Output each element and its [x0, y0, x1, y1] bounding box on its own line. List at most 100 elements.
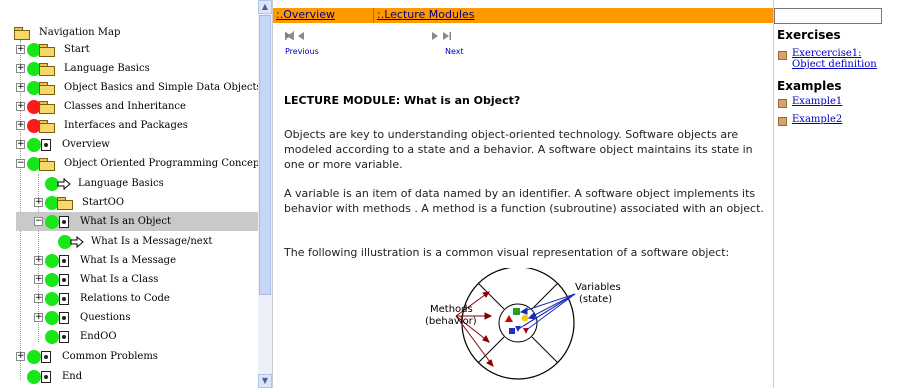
nav-item[interactable]: + Overview	[16, 135, 113, 154]
nav-item[interactable]: + Questions	[34, 308, 134, 327]
paragraph: The following illustration is a common v…	[284, 246, 730, 259]
nav-item-label[interactable]: Language Basics	[61, 62, 153, 75]
document-icon	[59, 215, 69, 228]
scroll-thumb[interactable]	[259, 15, 271, 295]
nav-item-label[interactable]: What Is an Object	[77, 215, 174, 228]
nav-item[interactable]: + Classes and Inheritance	[16, 97, 189, 116]
expand-icon[interactable]: +	[34, 256, 43, 265]
example-link-label[interactable]: Example1	[792, 96, 842, 107]
nav-item-label[interactable]: Relations to Code	[77, 292, 173, 305]
status-green-icon	[45, 272, 59, 287]
folder-icon	[39, 43, 55, 57]
bullet-icon	[778, 99, 787, 108]
nav-item-label[interactable]: Common Problems	[59, 350, 161, 363]
nav-item-label[interactable]: Interfaces and Packages	[61, 119, 191, 132]
previous-link[interactable]: Previous	[285, 47, 319, 56]
nav-item-label[interactable]: Language Basics	[75, 177, 167, 190]
nav-item[interactable]: − Object Oriented Programming Concepts	[16, 154, 258, 173]
arrow-right-icon	[57, 177, 71, 190]
expand-icon[interactable]: +	[34, 294, 43, 303]
nav-item[interactable]: + Object Basics and Simple Data Objects	[16, 78, 258, 97]
navigation-tree: Navigation Map + Start + Language Basics…	[0, 0, 258, 388]
exercise-link-title[interactable]: Exercercise1:	[792, 48, 862, 59]
nav-item[interactable]: + What Is a Message	[34, 251, 179, 270]
nav-item[interactable]: + Common Problems	[16, 347, 161, 366]
nav-item-label[interactable]: End	[59, 370, 85, 383]
nav-item[interactable]: What Is a Message/next	[58, 232, 215, 251]
document-icon	[59, 254, 69, 267]
next-link[interactable]: Next	[445, 47, 464, 56]
nav-item[interactable]: + What Is a Class	[34, 270, 161, 289]
status-green-icon	[27, 349, 41, 364]
folder-icon	[39, 81, 55, 95]
nav-item[interactable]: EndOO	[45, 327, 120, 346]
nav-item-label[interactable]: Object Basics and Simple Data Objects	[61, 81, 258, 94]
nav-item-label[interactable]: What Is a Class	[77, 273, 161, 286]
nav-item-label[interactable]: EndOO	[77, 330, 120, 343]
status-green-icon	[45, 253, 59, 268]
nav-item[interactable]: + Start	[16, 40, 93, 59]
next-arrows-icon[interactable]	[431, 31, 453, 41]
nav-item[interactable]: Language Basics	[45, 174, 167, 193]
expand-icon[interactable]: +	[16, 102, 25, 111]
nav-item-label[interactable]: Start	[61, 43, 93, 56]
expand-icon[interactable]: +	[16, 83, 25, 92]
nav-item-label[interactable]: Classes and Inheritance	[61, 100, 189, 113]
methods-label: Methods	[430, 304, 473, 315]
paragraph: Objects are key to understanding object-…	[284, 128, 753, 171]
folder-open-icon	[39, 157, 55, 171]
nav-item-label[interactable]: Overview	[59, 138, 113, 151]
status-green-icon	[45, 291, 59, 306]
expand-icon[interactable]: +	[16, 45, 25, 54]
nav-item[interactable]: + Relations to Code	[34, 289, 173, 308]
expand-icon[interactable]: +	[34, 198, 43, 207]
content-pane: :.Overview :.Lecture Modules ▶| Previous…	[272, 0, 774, 388]
tab-divider	[373, 8, 374, 23]
expand-icon[interactable]: +	[34, 313, 43, 322]
nav-item-label[interactable]: Object Oriented Programming Concepts	[61, 157, 258, 170]
nav-scrollbar[interactable]: ▲ ▼	[258, 0, 272, 388]
module-title: LECTURE MODULE: What is an Object?	[284, 94, 521, 107]
document-icon	[59, 273, 69, 286]
nav-item-label[interactable]: Questions	[77, 311, 134, 324]
collapse-icon[interactable]: −	[34, 217, 43, 226]
example-link[interactable]: Example2	[778, 114, 842, 126]
document-icon	[59, 330, 69, 343]
sidebar-header-box	[774, 8, 882, 24]
paragraph: A variable is an item of data named by a…	[284, 187, 764, 215]
document-icon	[41, 370, 51, 383]
document-icon	[41, 138, 51, 151]
previous-arrows-icon[interactable]	[285, 31, 307, 41]
scroll-down-button[interactable]: ▼	[258, 374, 272, 388]
resources-sidebar: Exercises Exercercise1: Object definitio…	[773, 0, 912, 388]
folder-icon	[39, 100, 55, 114]
nav-item-label[interactable]: What Is a Message/next	[88, 235, 215, 248]
status-green-icon	[45, 214, 59, 229]
scroll-up-button[interactable]: ▲	[258, 0, 272, 14]
status-green-icon	[27, 137, 41, 152]
example-link-label[interactable]: Example2	[792, 114, 842, 125]
nav-item-label[interactable]: StartOO	[79, 196, 127, 209]
nav-item[interactable]: + Interfaces and Packages	[16, 116, 191, 135]
behavior-label: (behavior)	[425, 316, 477, 327]
tab-overview[interactable]: :.Overview	[276, 8, 335, 22]
expand-icon[interactable]: +	[16, 352, 25, 361]
nav-item[interactable]: + Language Basics	[16, 59, 153, 78]
nav-item[interactable]: End	[27, 367, 85, 386]
expand-icon[interactable]: +	[16, 140, 25, 149]
expand-icon[interactable]: +	[34, 275, 43, 284]
nav-item-selected[interactable]: − What Is an Object	[16, 212, 258, 231]
nav-item[interactable]: + StartOO	[34, 193, 127, 212]
examples-heading: Examples	[777, 79, 842, 93]
exercises-heading: Exercises	[777, 28, 841, 42]
tab-lecture-modules[interactable]: :.Lecture Modules	[377, 8, 475, 22]
expand-icon[interactable]: +	[16, 121, 25, 130]
expand-icon[interactable]: +	[16, 64, 25, 73]
nav-item-label[interactable]: What Is a Message	[77, 254, 179, 267]
exercise-link-subtitle[interactable]: Object definition	[792, 59, 877, 70]
collapse-icon[interactable]: −	[16, 159, 25, 168]
status-green-icon	[45, 310, 59, 325]
exercise-link[interactable]: Exercercise1: Object definition	[778, 48, 898, 70]
object-illustration: Methods (behavior) Variables (state)	[425, 268, 621, 380]
example-link[interactable]: Example1	[778, 96, 842, 108]
